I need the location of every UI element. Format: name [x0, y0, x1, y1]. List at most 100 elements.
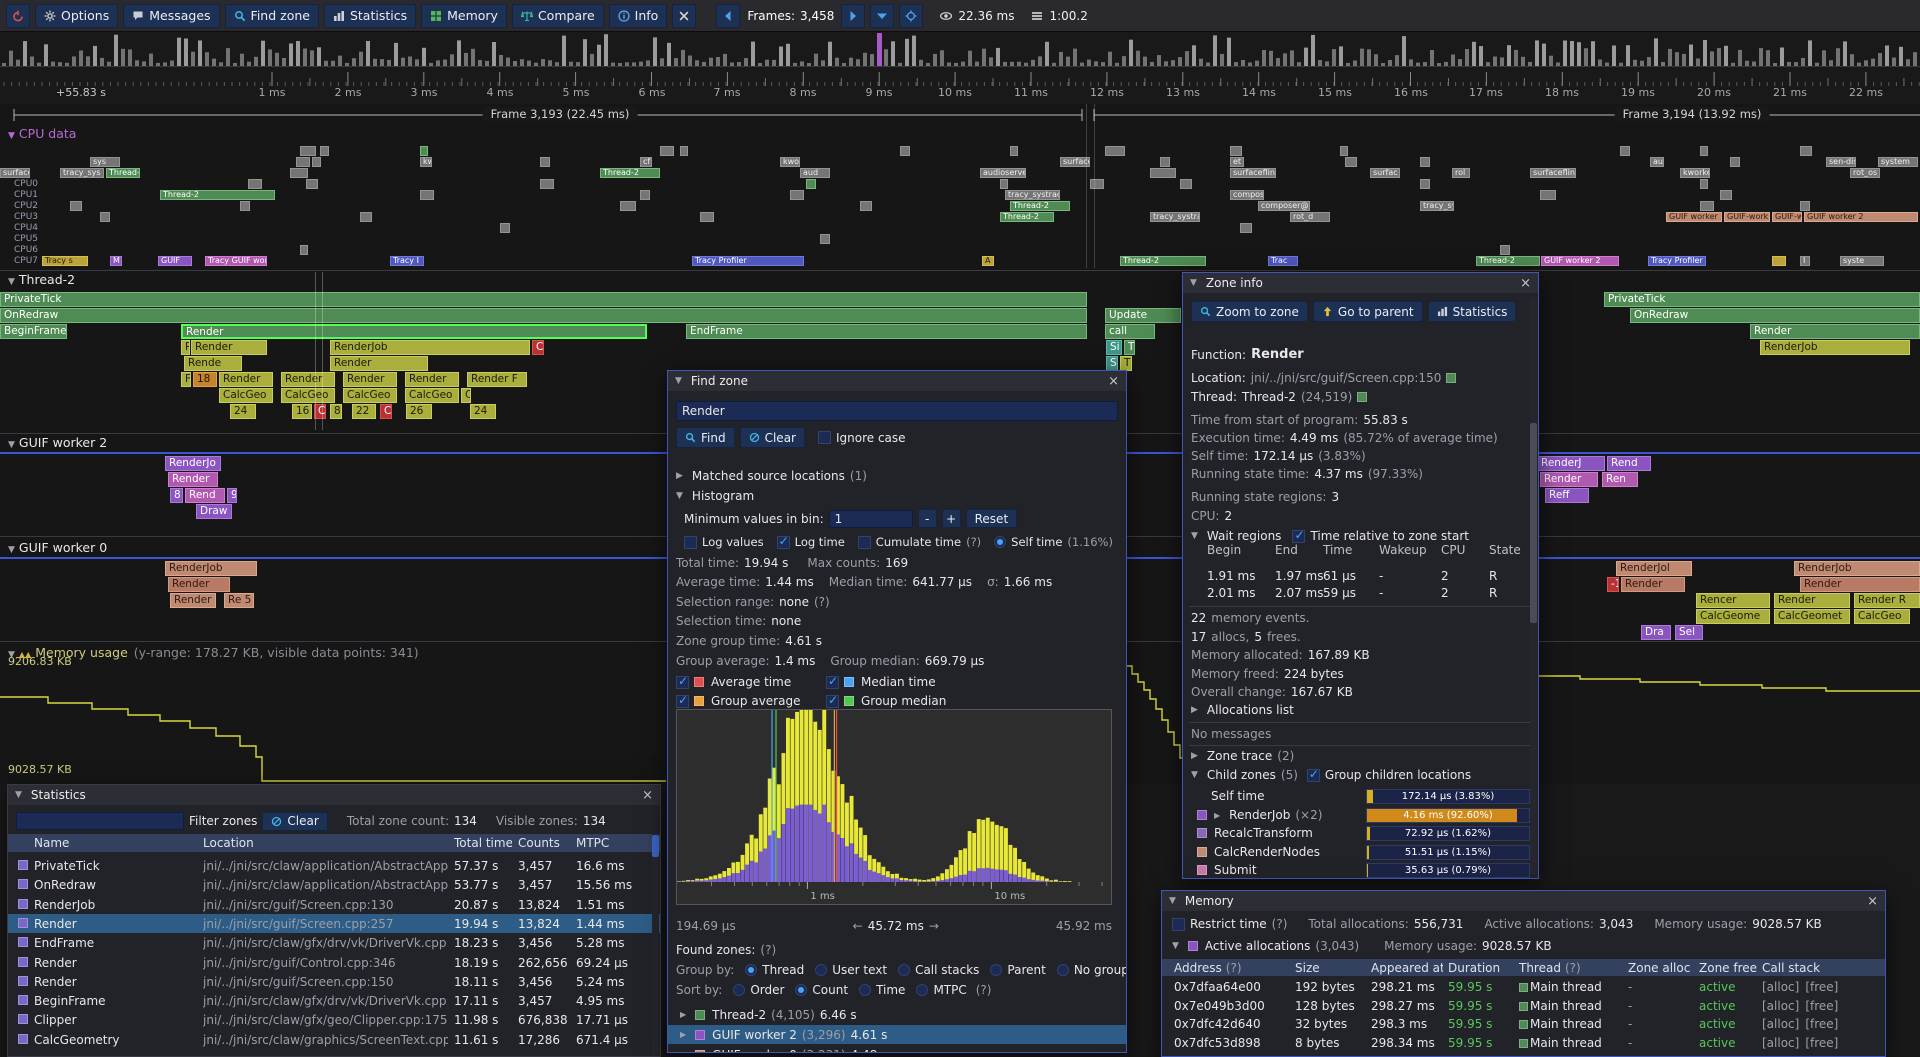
column-header[interactable]: Thread(?) [1519, 959, 1623, 976]
zone[interactable]: F [181, 372, 191, 387]
zone[interactable]: Render [343, 372, 397, 387]
cpu-zone[interactable]: composer@2.1-se [HW [1258, 201, 1310, 211]
filter-zones-input[interactable] [16, 812, 184, 830]
scrollbar-thumb[interactable] [1530, 423, 1537, 623]
cpu-zone[interactable] [1772, 256, 1786, 266]
zone[interactable]: Render [405, 372, 459, 387]
cpu-zone[interactable] [1010, 146, 1018, 156]
cpu-zone[interactable] [1230, 146, 1242, 156]
histogram-section-row[interactable]: Histogram [676, 489, 754, 503]
cpu-zone[interactable] [420, 146, 428, 156]
cpu-zone[interactable] [790, 190, 804, 200]
zone[interactable]: CalcGeo [1854, 609, 1910, 624]
cpu-zone[interactable] [1150, 168, 1176, 178]
child-zone-row[interactable]: CalcRenderNodes [1197, 845, 1320, 859]
allocation-row[interactable]: 0x7e049b3d00128 bytes298.27 ms59.95 sMai… [1162, 997, 1885, 1015]
zone[interactable]: CalcGeo [405, 388, 459, 403]
cpu-zone[interactable]: kwo [780, 157, 800, 167]
cpu-zone[interactable]: et [1230, 157, 1244, 167]
zone-info-button-go-to-parent[interactable]: Go to parent [1313, 301, 1423, 322]
zone[interactable]: Rencer [1696, 593, 1770, 608]
zone[interactable]: 18 [193, 372, 217, 387]
cpu-zone[interactable]: GUIF-work [1724, 212, 1770, 222]
cpu-zone[interactable] [680, 146, 688, 156]
clear-button[interactable]: Clear [740, 427, 805, 448]
column-header[interactable]: Address(?) [1174, 959, 1286, 976]
child-zone-bar[interactable]: 72.92 µs (1.62%) [1366, 826, 1530, 841]
active-allocations-section[interactable]: Active allocations(3,043)Memory usage:90… [1172, 939, 1552, 953]
zone[interactable]: RenderJo [165, 456, 221, 471]
group-children-checkbox[interactable] [1307, 769, 1320, 782]
zone[interactable]: Rend [185, 488, 225, 503]
zone-info-window-titlebar[interactable]: Zone info× [1183, 273, 1538, 293]
group-by-radio[interactable] [990, 964, 1002, 976]
cpu-zone[interactable]: tracy_systrace [1005, 190, 1060, 200]
collapse-icon[interactable] [676, 491, 683, 501]
cpu-zone[interactable]: GUIF worker 0 [1666, 212, 1722, 222]
cpu-zone[interactable]: GUIF worker 2 [1804, 212, 1918, 222]
zone[interactable]: S [1106, 356, 1118, 371]
table-row[interactable]: Renderjni/../jni/src/guif/Screen.cpp:150… [8, 972, 660, 991]
thread-header-guif-worker-2[interactable]: GUIF worker 2 [8, 435, 107, 450]
group-by-radio[interactable] [898, 964, 910, 976]
cpu-zone[interactable] [1540, 190, 1556, 200]
wait-region-row[interactable]: 1.91 ms1.97 ms61 µs-2R [1183, 569, 1538, 586]
legend-checkbox[interactable] [826, 695, 839, 708]
zone[interactable]: PrivateTick [0, 292, 1087, 307]
power-button[interactable] [6, 4, 30, 28]
cpu-zone[interactable]: rol [1452, 168, 1470, 178]
cpu-zone[interactable]: Tracy Profiler [1648, 256, 1706, 266]
call-stack-free[interactable]: [free] [1805, 980, 1838, 994]
cpu-zone[interactable]: rot_os [1850, 168, 1880, 178]
column-header[interactable]: Location [203, 834, 448, 852]
column-header[interactable]: Total time [454, 834, 512, 852]
sort-by-radio[interactable] [795, 984, 807, 996]
allocation-row[interactable]: 0x7dfaa64e00192 bytes298.21 ms59.95 sMai… [1162, 978, 1885, 996]
cpu-zone[interactable]: GUIF worker 2 [1541, 256, 1619, 266]
child-zone-row[interactable]: RecalcTransform [1197, 826, 1313, 840]
zone[interactable]: Reff [1545, 488, 1589, 503]
cpu-zone[interactable] [300, 245, 308, 255]
zone[interactable]: OnRedraw [0, 308, 1087, 323]
goto-frame-button[interactable] [899, 4, 923, 28]
cpu-zone[interactable]: Thread-2 [1120, 256, 1206, 266]
cpu-zone[interactable]: Tracy I [390, 256, 424, 266]
call-stack-alloc[interactable]: [alloc] [1762, 980, 1799, 994]
memory-usage-header[interactable]: ▲▲Memory usage(y-range: 178.27 KB, visib… [8, 645, 419, 660]
cpu-zone[interactable]: Trac [1268, 256, 1298, 266]
cpu-zone[interactable]: kw [420, 157, 432, 167]
zone[interactable]: Render [168, 577, 230, 592]
cpu-zone[interactable]: Thread-2 [106, 168, 140, 178]
zone[interactable]: Render [1540, 472, 1598, 487]
cpu-zone[interactable] [1160, 157, 1170, 167]
statistics-table-header[interactable]: NameLocationTotal timeCountsMTPC [8, 834, 660, 852]
call-stack-free[interactable]: [free] [1805, 1036, 1838, 1050]
table-row[interactable]: EndFramejni/../jni/src/claw/gfx/drv/vk/D… [8, 933, 660, 952]
restrict-time-checkbox[interactable] [1172, 918, 1185, 931]
child-zone-row[interactable]: RenderJob(×2) [1197, 808, 1322, 822]
expand-icon[interactable] [680, 1010, 686, 1019]
zone[interactable]: RenderJob [1794, 561, 1920, 576]
table-row[interactable]: RenderJobjni/../jni/src/guif/Screen.cpp:… [8, 895, 660, 914]
cpu-zone[interactable] [700, 212, 714, 222]
cpu-zone[interactable] [240, 201, 250, 211]
cpu-zone[interactable] [1345, 157, 1357, 167]
allocation-row[interactable]: 0x7dfc53d8988 bytes298.34 ms59.95 sMain … [1162, 1034, 1885, 1052]
expand-icon[interactable] [1214, 811, 1220, 820]
cpu-zone[interactable]: sys [90, 157, 120, 167]
zone[interactable]: Si [1106, 340, 1122, 355]
zone[interactable]: Rende [184, 356, 242, 371]
child-zone-bar[interactable]: 172.14 µs (3.83%) [1366, 789, 1530, 804]
next-frame-button[interactable] [841, 4, 865, 28]
collapse-icon[interactable] [8, 650, 15, 660]
close-icon[interactable]: × [1867, 895, 1878, 908]
cpu-zone[interactable]: Thread-2 [160, 190, 275, 200]
zone[interactable]: Render [1774, 593, 1850, 608]
column-header[interactable]: Name [34, 834, 194, 852]
statistics-window-titlebar[interactable]: Statistics× [8, 785, 660, 805]
cpu-zone[interactable] [360, 212, 372, 222]
sort-by-radio[interactable] [859, 984, 871, 996]
zone-info-button-statistics[interactable]: Statistics [1428, 301, 1517, 322]
wait-regions-row[interactable]: Wait regionsTime relative to zone start [1191, 529, 1469, 543]
child-zone-bar[interactable]: 35.63 µs (0.79%) [1366, 863, 1530, 878]
